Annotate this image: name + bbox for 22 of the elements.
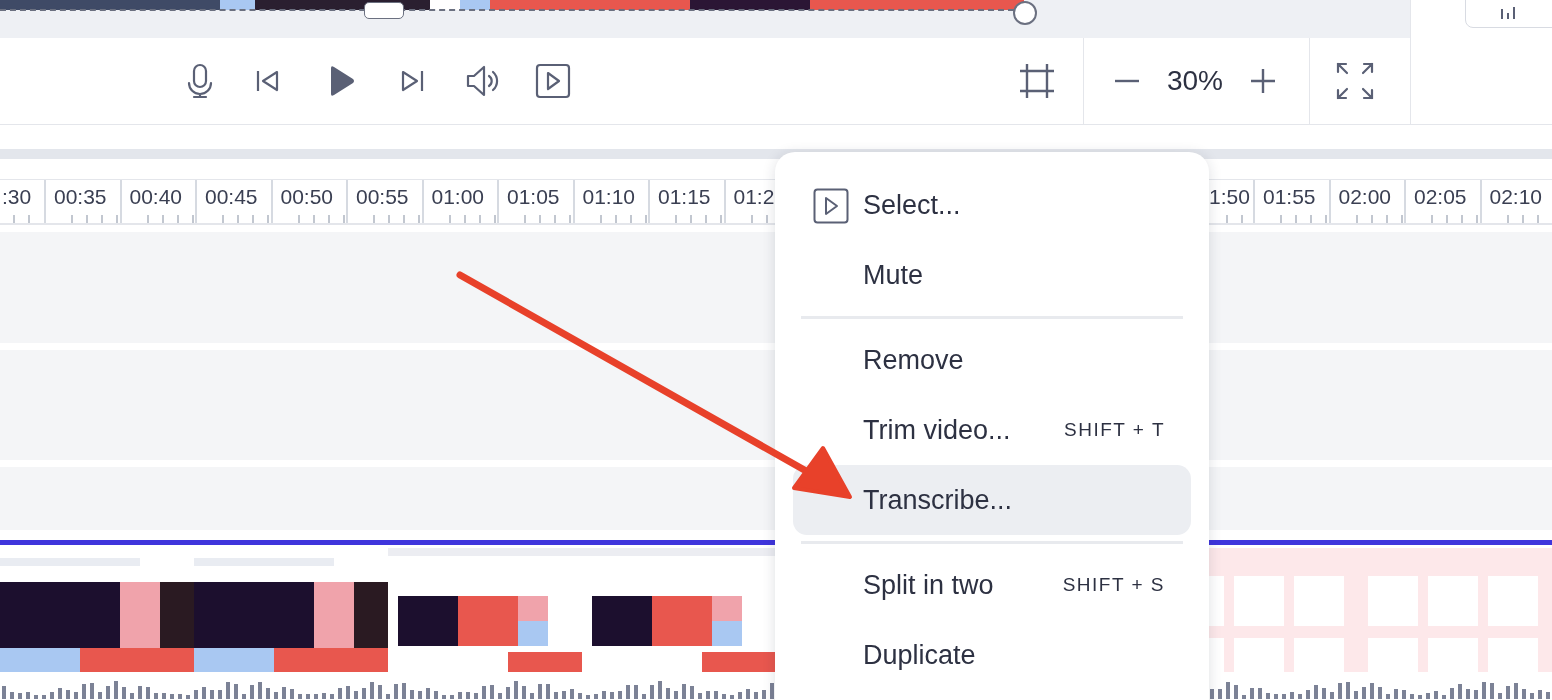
microphone-icon[interactable] [185,63,215,99]
menu-item[interactable]: Transcribe... [793,465,1191,535]
menu-item[interactable]: Duplicate [793,620,1191,690]
shortcut-text: SHIFT + T [1064,417,1165,442]
zoom-in-button[interactable] [1250,68,1276,94]
trim-handle[interactable] [364,2,404,19]
menu-item[interactable]: Split in two SHIFT + S [793,550,1191,620]
shortcut-text: SHIFT + S [1062,572,1165,597]
range-handle[interactable] [1013,1,1037,25]
skip-back-icon[interactable] [255,69,281,93]
zoom-level: 30% [1165,64,1224,98]
zoom-out-button[interactable] [1114,79,1140,83]
time-label: 1:50 [1207,180,1255,223]
menu-item[interactable]: Mute [793,240,1191,310]
time-label: :30 [0,180,46,223]
menu-item[interactable]: Trim video... SHIFT + T [793,395,1191,465]
preview-icon [813,188,849,224]
skip-forward-icon[interactable] [399,69,425,93]
preview-icon[interactable] [535,63,571,99]
crop-icon[interactable] [1018,62,1056,100]
fullscreen-icon[interactable] [1336,62,1374,100]
menu-item[interactable]: Remove [793,325,1191,395]
